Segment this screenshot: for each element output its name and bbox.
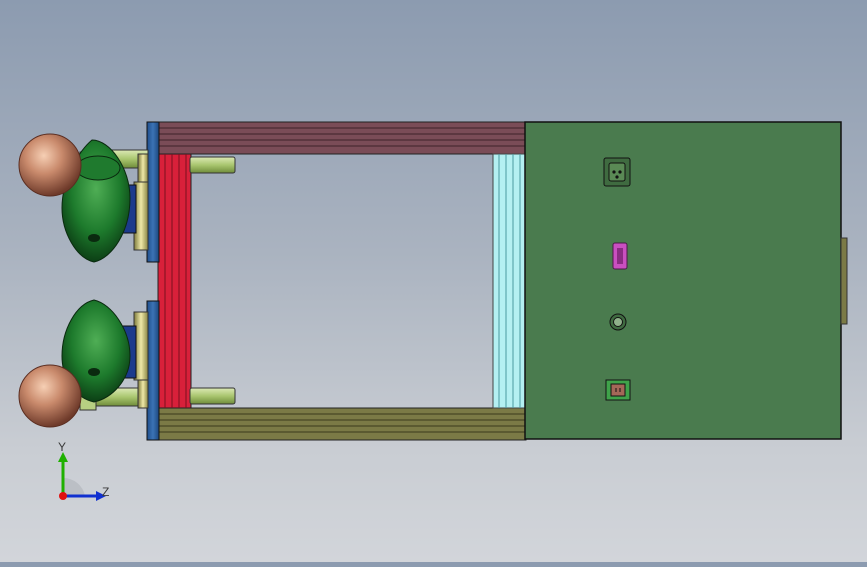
left-plate	[157, 153, 192, 409]
right-plate	[492, 153, 527, 409]
z-axis-label: Z	[102, 485, 110, 499]
cad-viewport[interactable]: Y Z	[0, 0, 867, 562]
bottom-rail	[157, 407, 527, 441]
cad-model	[18, 121, 848, 441]
shaft-bottom-inner	[189, 387, 236, 405]
copper-dome-top	[18, 133, 82, 197]
power-connector-icon[interactable]	[603, 157, 631, 187]
square-port-icon[interactable]	[605, 379, 631, 401]
triad-plane	[63, 477, 85, 496]
x-axis-dot-icon	[59, 492, 67, 500]
serial-port-icon[interactable]	[612, 242, 628, 270]
shaft-top-inner	[189, 156, 236, 174]
top-rail	[157, 121, 527, 155]
coordinate-triad: Y Z	[40, 438, 130, 518]
y-axis-label: Y	[58, 440, 67, 454]
end-cap-top	[146, 121, 160, 263]
electronics-box[interactable]	[524, 121, 848, 440]
round-port-icon[interactable]	[609, 313, 627, 331]
end-cap-bottom	[146, 300, 160, 441]
copper-dome-bottom	[18, 364, 82, 428]
